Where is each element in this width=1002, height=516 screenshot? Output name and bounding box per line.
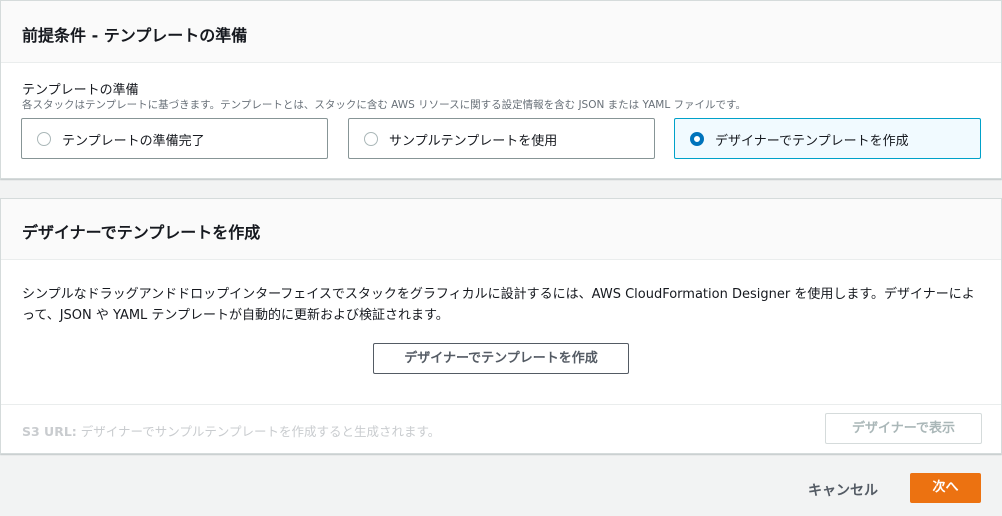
designer-title: デザイナーでテンプレートを作成 [22, 223, 261, 242]
radio-label-template-ready: テンプレートの準備完了 [62, 134, 205, 149]
prerequisite-title: 前提条件 - テンプレートの準備 [22, 26, 248, 45]
s3-url-field: S3 URL: デザイナーでサンプルテンプレートを作成すると生成されます。 [22, 421, 440, 440]
radio-label-sample-template: サンプルテンプレートを使用 [389, 134, 558, 149]
radio-label-create-in-designer: デザイナーでテンプレートを作成 [715, 134, 909, 149]
prerequisite-header: 前提条件 - テンプレートの準備 [1, 1, 1001, 63]
s3-url-label: S3 URL: [22, 424, 77, 439]
designer-description: シンプルなドラッグアンドドロップインターフェイスでスタックをグラフィカルに設計す… [22, 287, 975, 323]
next-button[interactable]: 次へ [910, 473, 981, 503]
designer-panel: デザイナーでテンプレートを作成 シンプルなドラッグアンドドロップインターフェイス… [0, 198, 1002, 454]
radio-button-selected-icon[interactable] [690, 132, 704, 146]
radio-sample-template[interactable]: サンプルテンプレートを使用 [348, 118, 655, 159]
view-in-designer-button[interactable]: デザイナーで表示 [825, 413, 982, 444]
radio-create-in-designer[interactable]: デザイナーでテンプレートを作成 [674, 118, 981, 159]
create-in-designer-button[interactable]: デザイナーでテンプレートを作成 [373, 343, 629, 374]
template-prep-description: 各スタックはテンプレートに基づきます。テンプレートとは、スタックに含む AWS … [22, 99, 746, 111]
radio-button-icon[interactable] [364, 132, 378, 146]
divider [1, 404, 1001, 405]
cancel-button[interactable]: キャンセル [808, 480, 878, 500]
radio-button-icon[interactable] [37, 132, 51, 146]
s3-url-placeholder: デザイナーでサンプルテンプレートを作成すると生成されます。 [80, 424, 441, 439]
template-prep-label: テンプレートの準備 [22, 83, 139, 98]
prerequisite-panel: 前提条件 - テンプレートの準備 テンプレートの準備 各スタックはテンプレートに… [0, 0, 1002, 179]
radio-template-ready[interactable]: テンプレートの準備完了 [21, 118, 328, 159]
designer-header: デザイナーでテンプレートを作成 [1, 199, 1001, 260]
